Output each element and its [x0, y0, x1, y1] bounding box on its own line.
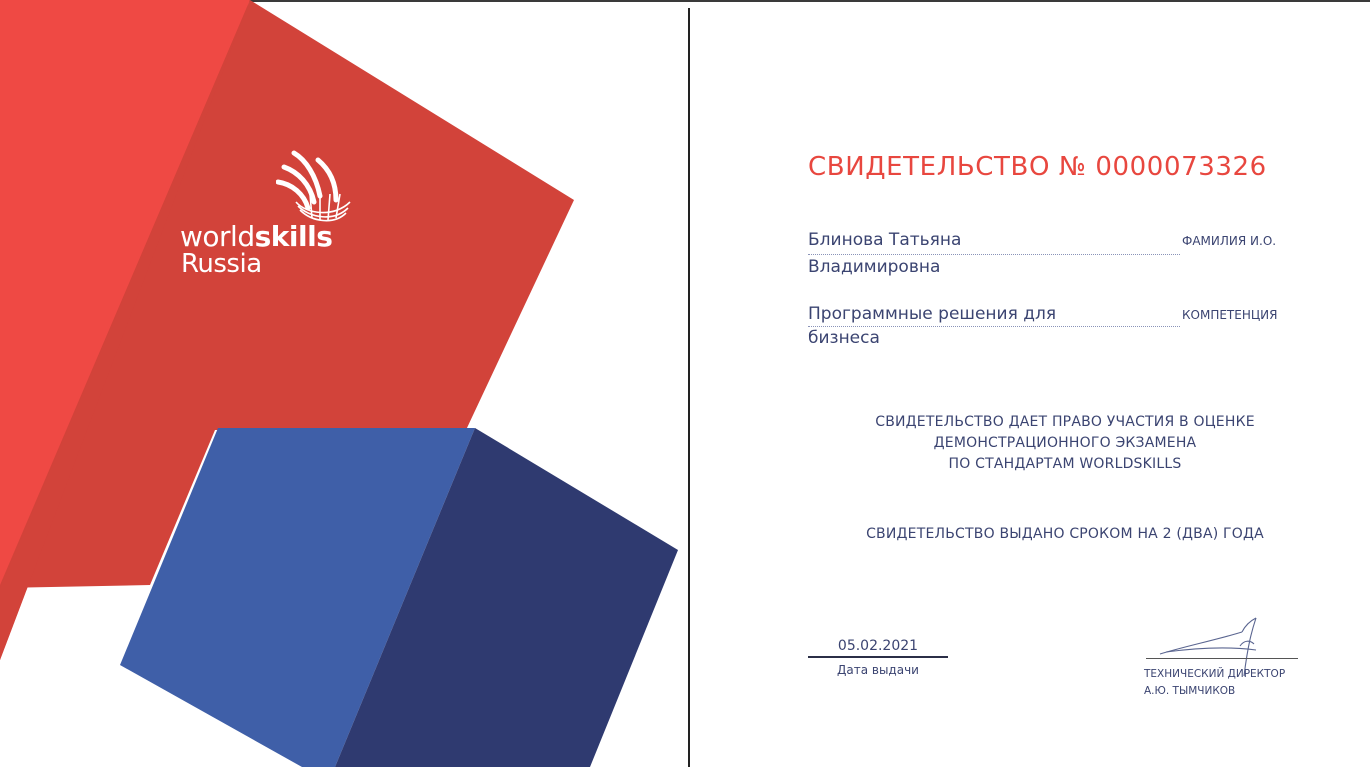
name-label: ФАМИЛИЯ И.О. [1182, 234, 1277, 248]
signer-name: А.Ю. ТЫМЧИКОВ [1144, 685, 1236, 697]
rights-notice-line-3: ПО СТАНДАРТАМ WORLDSKILLS [948, 456, 1182, 472]
issue-date-block: 05.02.2021 Дата выдачи [808, 638, 948, 677]
rights-notice: СВИДЕТЕЛЬСТВО ДАЕТ ПРАВО УЧАСТИЯ В ОЦЕНК… [808, 412, 1322, 475]
competence-dotted-line [808, 326, 1180, 327]
decorative-shapes [0, 0, 678, 767]
rights-notice-line-2: ДЕМОНСТРАЦИОННОГО ЭКЗАМЕНА [933, 435, 1197, 451]
competence-line-2: бизнеса [808, 328, 880, 348]
worldskills-emblem-icon [276, 150, 351, 222]
name-line-1: Блинова Татьяна [808, 230, 962, 250]
issue-date-value: 05.02.2021 [808, 638, 948, 658]
name-field: Блинова Татьяна Владимировна [808, 228, 1180, 279]
competence-field: Программные решения для бизнеса [808, 302, 1180, 350]
worldskills-logo: worldskills Russia [180, 150, 370, 285]
logo-word-russia: Russia [181, 249, 262, 279]
logo-wordmark: worldskills [180, 220, 333, 253]
signature-line [1146, 658, 1298, 659]
signature-block: ТЕХНИЧЕСКИЙ ДИРЕКТОР А.Ю. ТЫМЧИКОВ [1116, 596, 1332, 706]
issue-date-label: Дата выдачи [837, 663, 919, 677]
signer-title: ТЕХНИЧЕСКИЙ ДИРЕКТОР [1144, 668, 1286, 680]
certificate-title: СВИДЕТЕЛЬСТВО № 0000073326 [808, 152, 1267, 182]
validity-notice: СВИДЕТЕЛЬСТВО ВЫДАНО СРОКОМ НА 2 (ДВА) Г… [866, 526, 1264, 542]
name-dotted-line [808, 254, 1180, 255]
decorative-panel: worldskills Russia [0, 0, 690, 767]
competence-label: КОМПЕТЕНЦИЯ [1182, 308, 1278, 322]
page-divider [688, 8, 690, 767]
name-line-2: Владимировна [808, 257, 941, 277]
rights-notice-line-1: СВИДЕТЕЛЬСТВО ДАЕТ ПРАВО УЧАСТИЯ В ОЦЕНК… [875, 414, 1255, 430]
logo-word-skills: skills [254, 220, 333, 253]
competence-line-1: Программные решения для [808, 304, 1057, 324]
